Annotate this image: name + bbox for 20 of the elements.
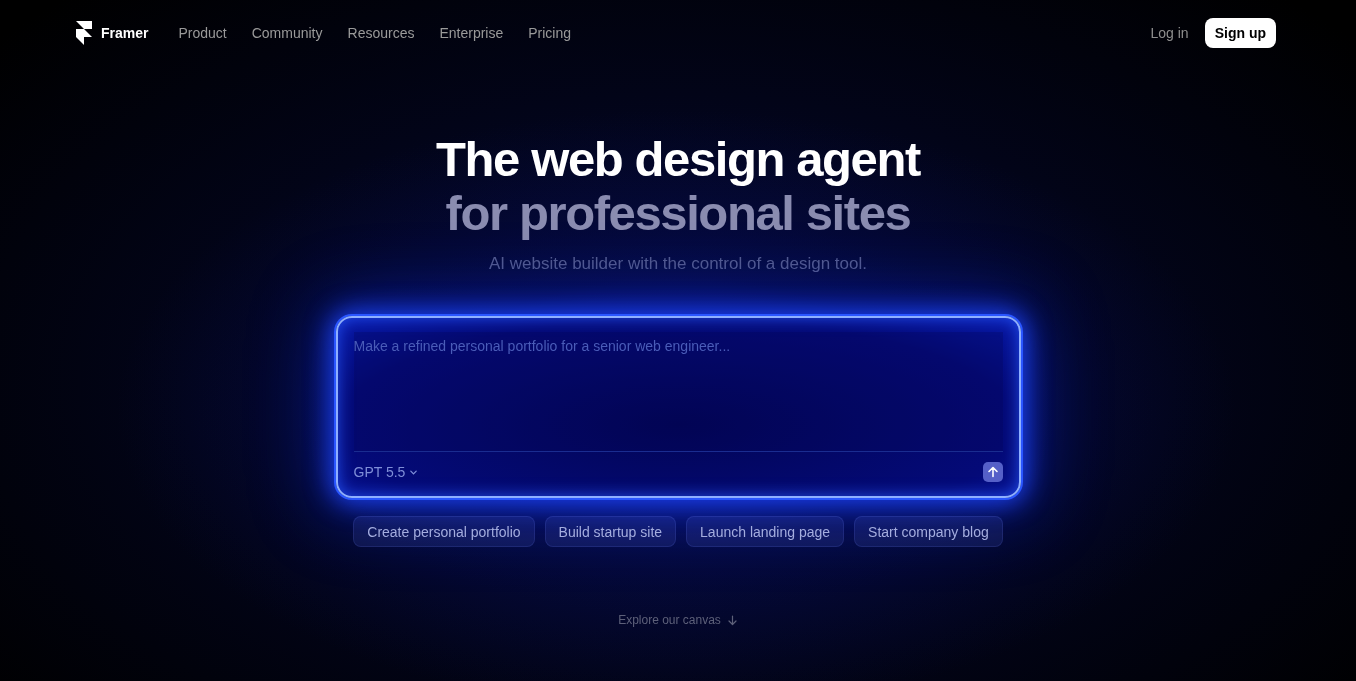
logo-icon (76, 21, 92, 45)
hero-subtitle-line: for professional sites (445, 186, 911, 240)
suggestion-chip[interactable]: Build startup site (544, 516, 677, 547)
signup-button[interactable]: Sign up (1204, 18, 1276, 48)
nav-link[interactable]: Community (251, 25, 323, 41)
suggestion-chip[interactable]: Launch landing page (686, 516, 845, 547)
send-button[interactable] (982, 462, 1003, 482)
hero-title: The web design agent (436, 132, 920, 186)
framer-logo-link[interactable]: Framer (76, 21, 149, 45)
nav-link[interactable]: Pricing (528, 25, 572, 41)
model-select-button[interactable]: GPT 5.5 (353, 464, 419, 480)
nav-link[interactable]: Enterprise (439, 25, 504, 41)
arrow-up-icon (986, 466, 999, 478)
suggestion-chip[interactable]: Start company blog (854, 516, 1003, 547)
hero-description: AI website builder with the control of a design tool. (489, 254, 867, 274)
nav-link[interactable]: Product (178, 25, 227, 41)
nav-link[interactable]: Resources (347, 25, 415, 41)
arrow-down-icon (726, 614, 738, 626)
login-link[interactable]: Log in (1150, 25, 1189, 41)
suggestion-chip[interactable]: Create personal portfolio (353, 516, 535, 547)
